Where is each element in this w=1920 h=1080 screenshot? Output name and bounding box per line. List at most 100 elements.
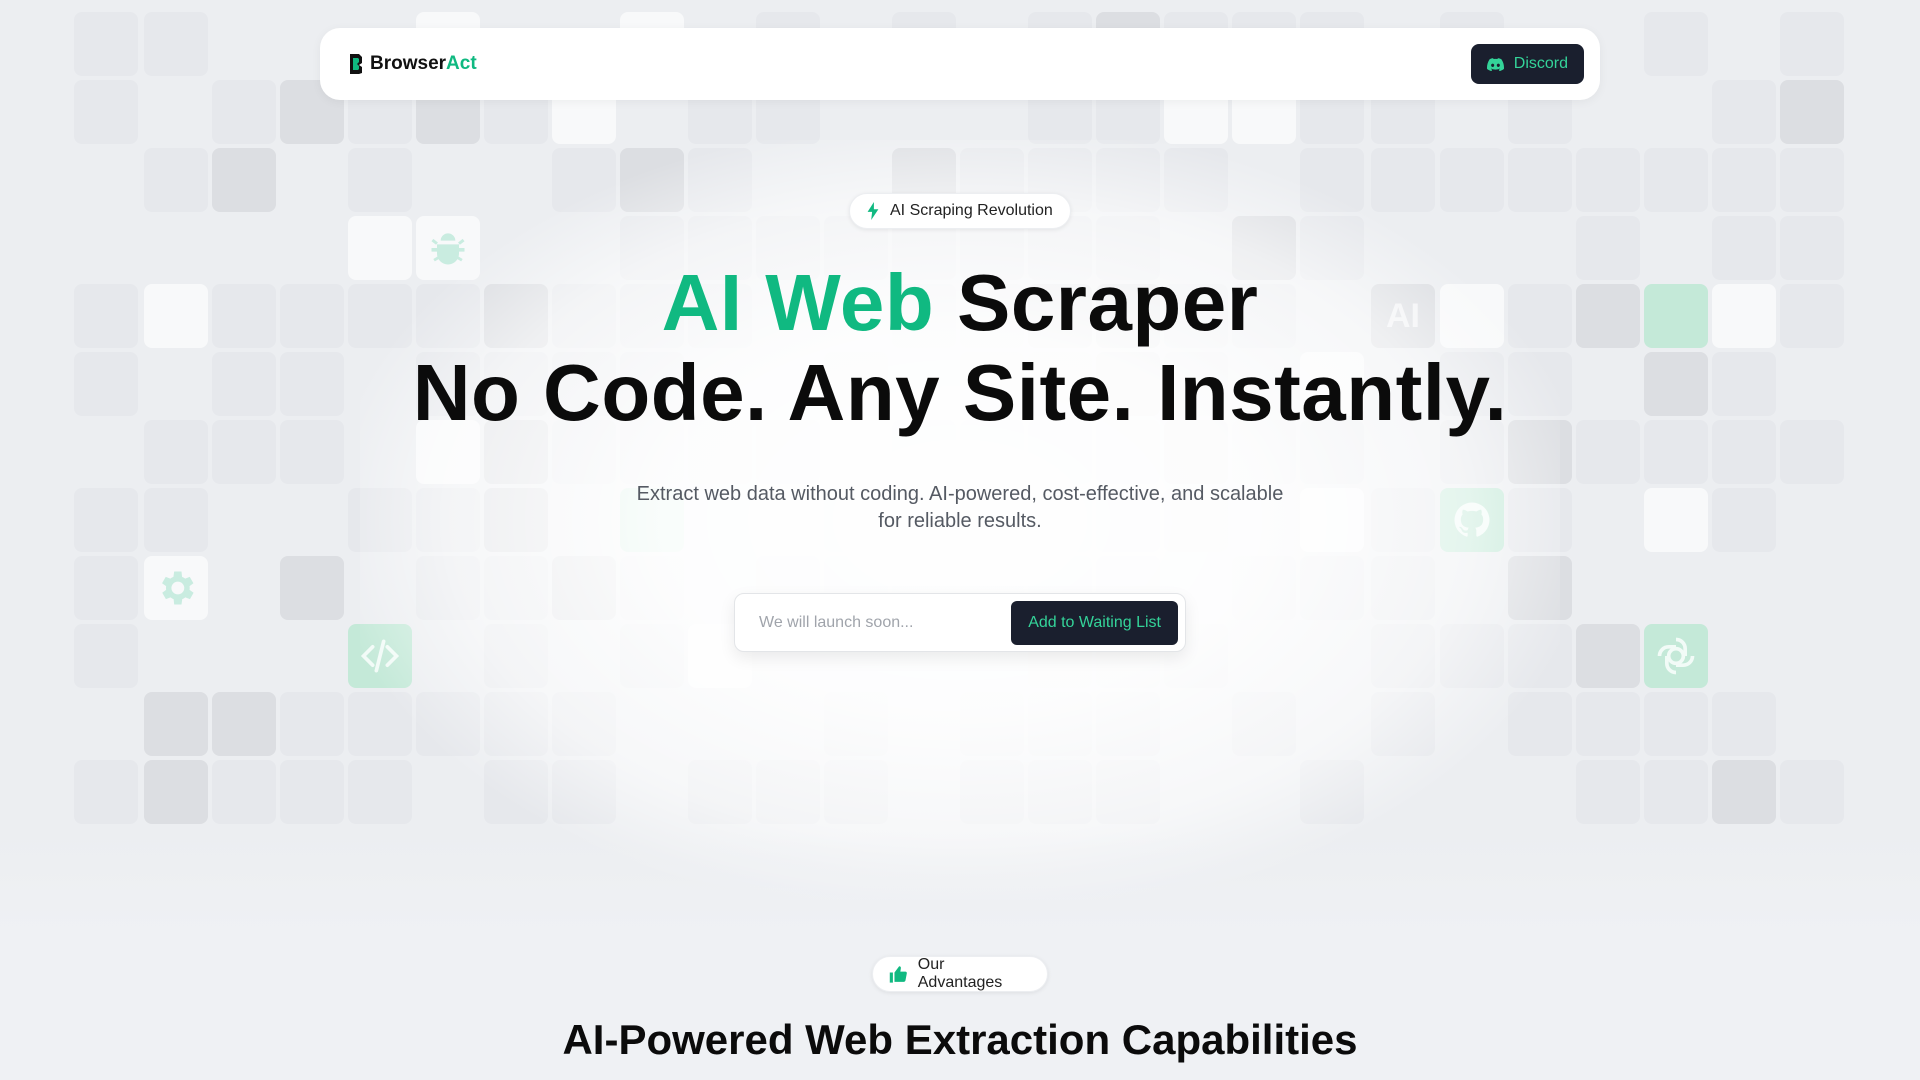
- background-tile: [1300, 760, 1364, 824]
- background-tile: [416, 556, 480, 620]
- background-tile: [960, 692, 1024, 756]
- background-tile: [688, 148, 752, 212]
- hero-title: AI Web Scraper No Code. Any Site. Instan…: [0, 258, 1920, 437]
- hero-title-dark: Scraper: [956, 258, 1259, 347]
- brand-logo[interactable]: BrowserAct: [348, 53, 477, 75]
- background-tile: [1096, 148, 1160, 212]
- discord-icon: [1486, 57, 1504, 71]
- background-tile: [1164, 148, 1228, 212]
- background-tile: [1300, 556, 1364, 620]
- background-tile: [1300, 488, 1364, 552]
- background-tile: [1371, 488, 1435, 552]
- lightning-icon: [867, 202, 879, 220]
- background-tile: [484, 556, 548, 620]
- brand-prefix: Browser: [370, 53, 447, 74]
- background-tile: [552, 760, 616, 824]
- background-tile: [1576, 692, 1640, 756]
- hero-badge-label: AI Scraping Revolution: [890, 202, 1053, 219]
- background-tile: [1371, 624, 1435, 688]
- hero-title-green: AI Web: [661, 258, 935, 347]
- background-tile: [348, 148, 412, 212]
- background-tile: [144, 148, 208, 212]
- background-tile: [212, 148, 276, 212]
- background-tile: [1508, 148, 1572, 212]
- background-tile: [1576, 624, 1640, 688]
- background-tile: [1780, 12, 1844, 76]
- background-tile: [144, 760, 208, 824]
- background-tile: [1644, 148, 1708, 212]
- github-icon: [1440, 488, 1504, 552]
- background-tile: [280, 760, 344, 824]
- background-tile: [620, 556, 684, 620]
- background-tile: [484, 624, 548, 688]
- background-tile: [1780, 760, 1844, 824]
- background-tile: [1712, 760, 1776, 824]
- background-tile: [620, 148, 684, 212]
- hero-title-line2: No Code. Any Site. Instantly.: [412, 347, 1508, 437]
- background-tile: [74, 556, 138, 620]
- advantages-badge-label: Our Advantages: [917, 956, 1003, 991]
- background-tile: [1644, 692, 1708, 756]
- background-tile: [1371, 692, 1435, 756]
- background-tile: [212, 692, 276, 756]
- background-tile: [212, 80, 276, 144]
- advantages-badge: Our Advantages: [872, 956, 1048, 992]
- background-tile: [1576, 760, 1640, 824]
- background-tile: [1712, 692, 1776, 756]
- hero-subtitle: Extract web data without coding. AI-powe…: [636, 483, 1284, 532]
- brand-name: BrowserAct: [370, 53, 477, 75]
- background-tile: [1232, 692, 1296, 756]
- waitlist-email-input[interactable]: [757, 612, 1012, 633]
- add-to-waiting-list-button[interactable]: Add to Waiting List: [1011, 600, 1178, 645]
- background-tile: [552, 148, 616, 212]
- background-tile: [688, 760, 752, 824]
- discord-label: Discord: [1513, 55, 1568, 72]
- background-tile: [348, 760, 412, 824]
- background-tile: [484, 692, 548, 756]
- background-tile: [1712, 80, 1776, 144]
- background-tile: [1780, 80, 1844, 144]
- discord-button[interactable]: Discord: [1470, 44, 1584, 84]
- thumbs-up-icon: [889, 966, 907, 983]
- background-tile: [1508, 624, 1572, 688]
- brand-accent: Act: [446, 53, 477, 74]
- background-tile: [280, 692, 344, 756]
- background-tile: [756, 760, 820, 824]
- background-tile: [1644, 488, 1708, 552]
- hero-badge: AI Scraping Revolution: [849, 193, 1071, 229]
- background-tile: [212, 760, 276, 824]
- hero-title-line1: AI Web Scraper: [0, 258, 1920, 348]
- background-tile-grid: AI: [0, 0, 1920, 1080]
- background-tile: [824, 692, 888, 756]
- gear-icon: [144, 556, 208, 620]
- background-tile: [144, 692, 208, 756]
- background-tile: [1508, 692, 1572, 756]
- background-tile: [484, 488, 548, 552]
- background-tile: [1096, 692, 1160, 756]
- background-tile: [348, 488, 412, 552]
- background-tile: [1440, 148, 1504, 212]
- background-tile: [144, 488, 208, 552]
- background-tile: [484, 760, 548, 824]
- waitlist-button-label: Add to Waiting List: [1028, 613, 1161, 631]
- background-tile: [74, 12, 138, 76]
- background-tile: [74, 488, 138, 552]
- page: AI BrowserAct Discord AI Scraping Revolu…: [0, 0, 1920, 1080]
- navbar: BrowserAct Discord: [320, 28, 1600, 100]
- waitlist-form: Add to Waiting List: [734, 593, 1186, 652]
- code-icon: [348, 624, 412, 688]
- background-tile: [1644, 12, 1708, 76]
- background-tile: [416, 488, 480, 552]
- background-tile: [552, 692, 616, 756]
- background-tile: [1508, 488, 1572, 552]
- background-tile: [1028, 760, 1092, 824]
- advantages-title: AI-Powered Web Extraction Capabilities: [562, 1016, 1358, 1063]
- background-tile: [620, 624, 684, 688]
- browseract-logo-icon: [350, 54, 362, 74]
- background-tile: [1508, 556, 1572, 620]
- background-tile: [1440, 624, 1504, 688]
- background-tile: [1712, 488, 1776, 552]
- background-tile: [552, 556, 616, 620]
- background-tile: [960, 760, 1024, 824]
- background-tile: [824, 760, 888, 824]
